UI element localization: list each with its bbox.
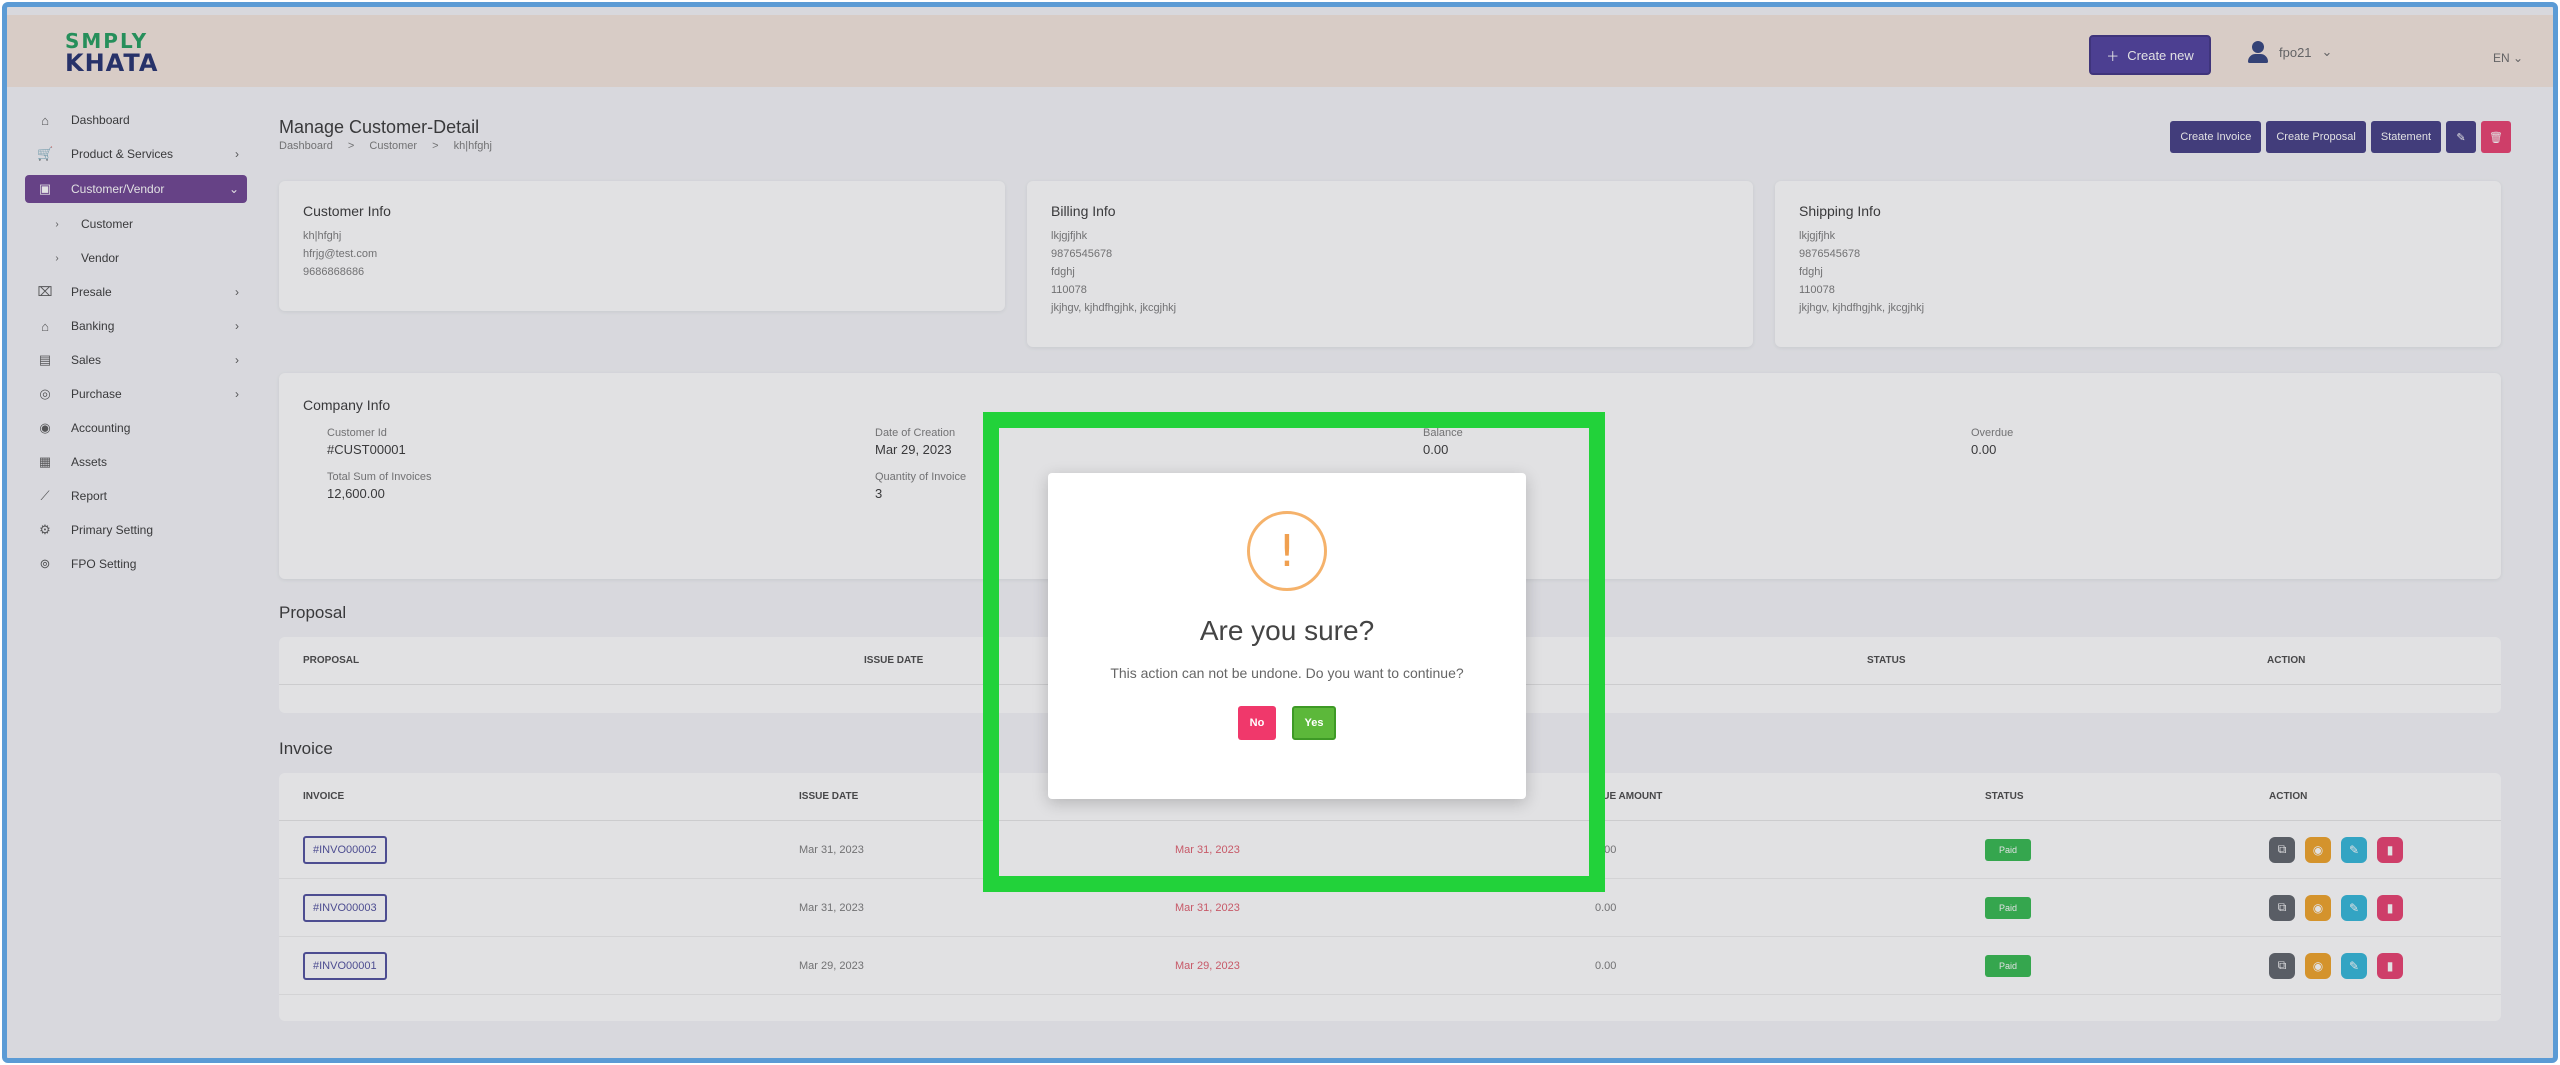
app-window: SMPLY KHATA ＋ Create new fpo21 ⌄ EN ⌄ ⌂ … (2, 2, 2558, 1063)
dialog-buttons: No Yes (1048, 706, 1526, 740)
confirm-dialog: ! Are you sure? This action can not be u… (1048, 473, 1526, 799)
dialog-title: Are you sure? (1199, 615, 1375, 646)
warning-icon: ! (1247, 511, 1327, 591)
no-button[interactable]: No (1238, 706, 1276, 740)
yes-button[interactable]: Yes (1292, 706, 1336, 740)
dialog-message: This action can not be undone. Do you wa… (1110, 665, 1464, 681)
